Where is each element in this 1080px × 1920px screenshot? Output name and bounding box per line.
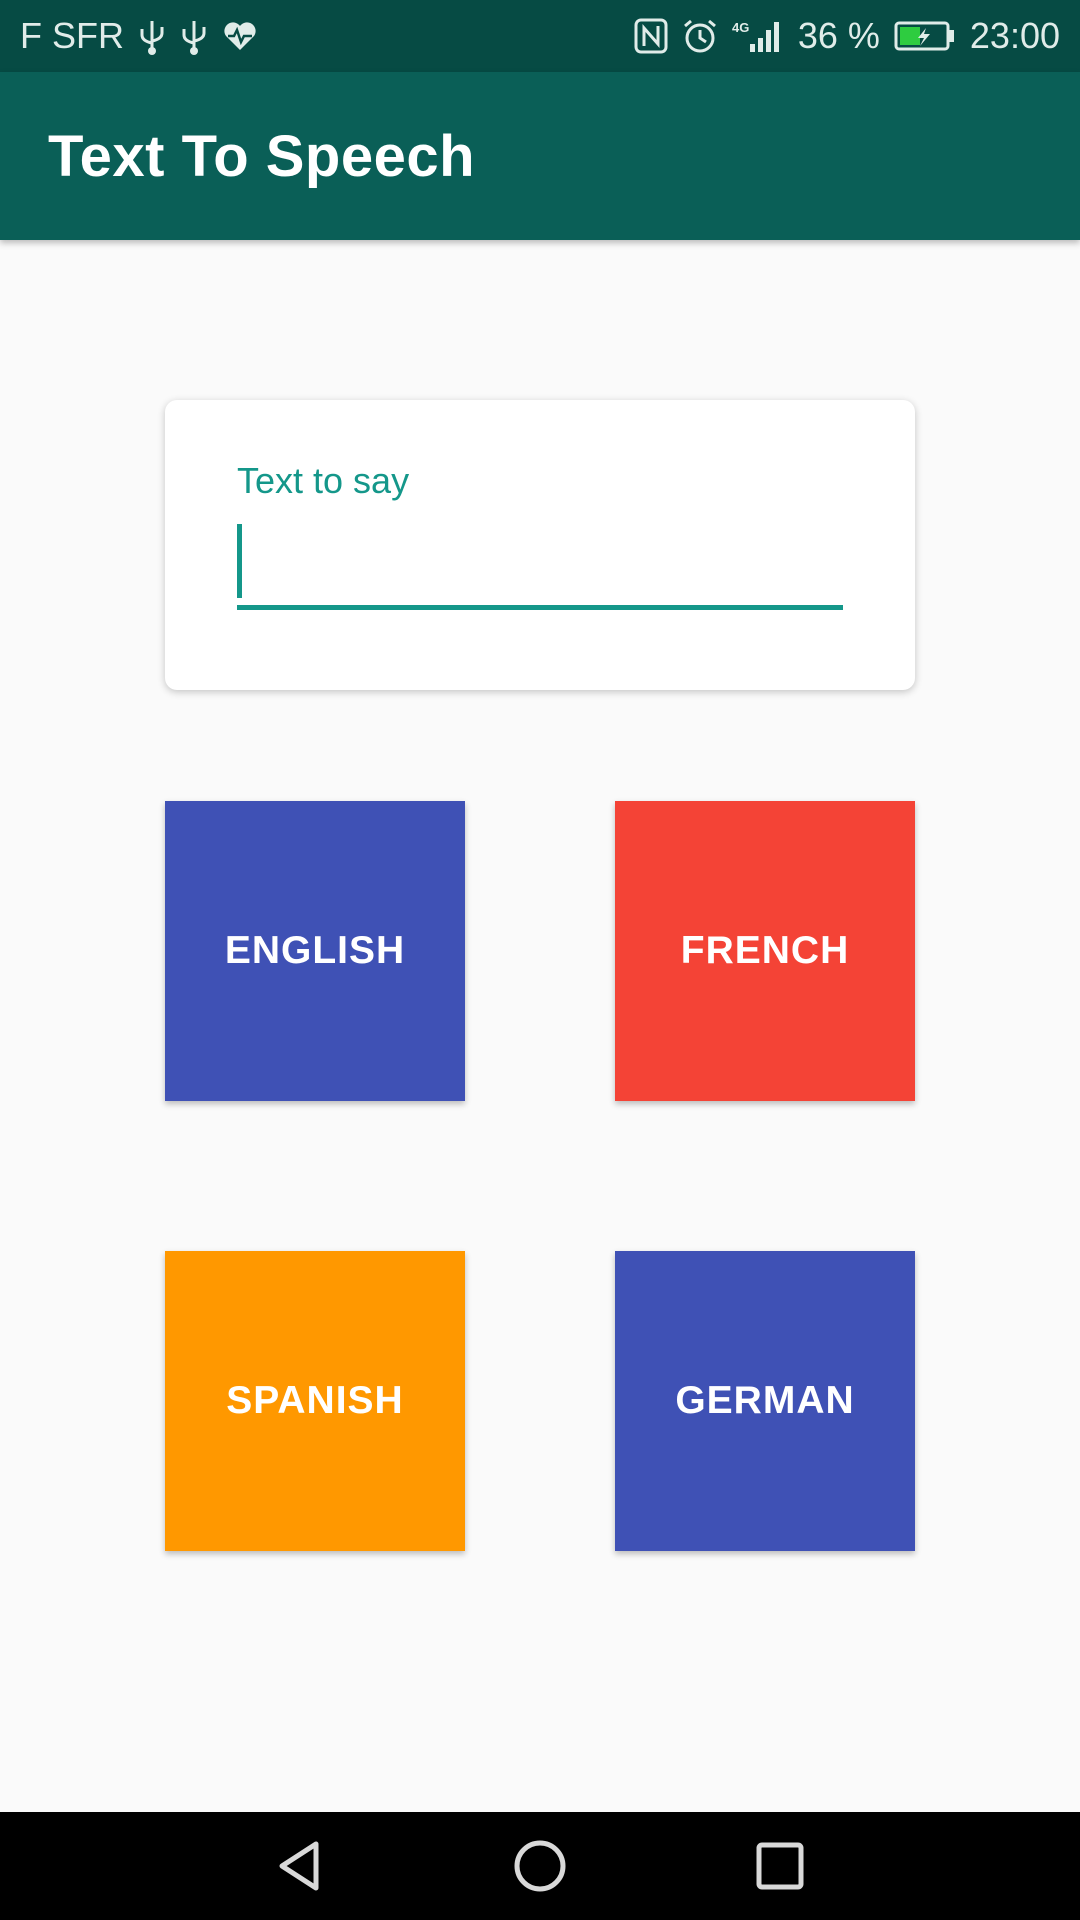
text-input-card: Text to say (165, 400, 915, 690)
status-bar: F SFR 4G 36 % 23:00 (0, 0, 1080, 72)
usb-icon (138, 16, 166, 56)
clock: 23:00 (969, 15, 1060, 56)
health-icon (222, 16, 258, 56)
spanish-button[interactable]: SPANISH (165, 1251, 465, 1551)
alarm-icon (682, 16, 718, 56)
german-button-label: GERMAN (675, 1379, 855, 1422)
navigation-bar (0, 1812, 1080, 1920)
english-button-label: ENGLISH (224, 929, 406, 972)
svg-text:4G: 4G (732, 20, 749, 35)
french-button-label: FRENCH (680, 929, 850, 972)
app-title: Text To Speech (48, 123, 476, 189)
nfc-icon (634, 16, 668, 56)
french-button[interactable]: FRENCH (615, 801, 915, 1101)
home-icon[interactable] (500, 1826, 580, 1906)
text-to-say-input[interactable] (237, 522, 843, 610)
text-to-say-label: Text to say (237, 460, 410, 501)
status-left: F SFR (20, 15, 258, 57)
status-right: 4G 36 % 23:00 (634, 15, 1060, 57)
text-cursor (237, 524, 242, 598)
usb-icon (180, 16, 208, 56)
carrier-label: F SFR (20, 15, 124, 56)
recents-icon[interactable] (740, 1826, 820, 1906)
signal-icon: 4G (732, 16, 784, 56)
app-bar: Text To Speech (0, 72, 1080, 240)
battery-charging-icon (894, 16, 956, 56)
spanish-button-label: SPANISH (226, 1379, 404, 1422)
battery-percent: 36 % (797, 15, 880, 56)
back-icon[interactable] (260, 1826, 340, 1906)
german-button[interactable]: GERMAN (615, 1251, 915, 1551)
english-button[interactable]: ENGLISH (165, 801, 465, 1101)
